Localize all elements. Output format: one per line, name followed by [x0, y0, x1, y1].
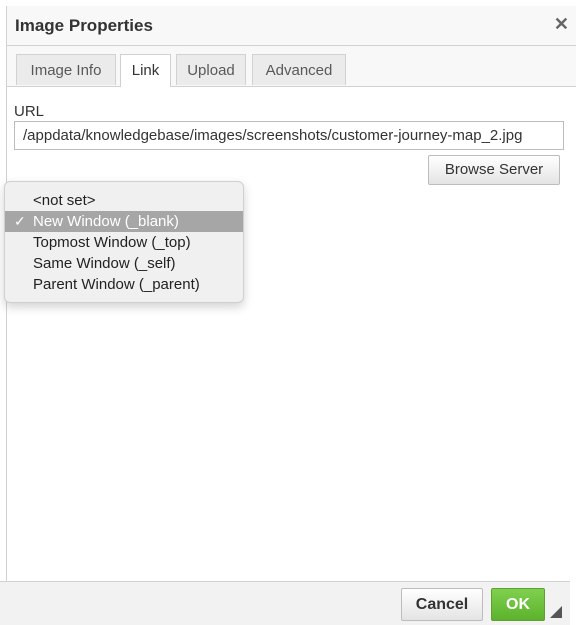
- tab-advanced[interactable]: Advanced: [252, 54, 346, 85]
- tab-image-info[interactable]: Image Info: [16, 54, 116, 85]
- dialog-titlebar[interactable]: Image Properties ✕: [7, 6, 576, 46]
- dialog-title: Image Properties: [15, 16, 153, 35]
- menu-item-topmost-window[interactable]: Topmost Window (_top): [5, 232, 243, 253]
- url-label: URL: [14, 103, 45, 120]
- resize-grip-icon[interactable]: [550, 606, 562, 618]
- image-properties-dialog: Image Properties ✕ Image Info Link Uploa…: [6, 6, 576, 624]
- checkmark-icon: ✓: [14, 213, 26, 229]
- browse-server-button[interactable]: Browse Server: [428, 155, 560, 185]
- cancel-button[interactable]: Cancel: [401, 588, 483, 621]
- ok-button[interactable]: OK: [491, 588, 545, 621]
- menu-item-label: <not set>: [33, 192, 96, 209]
- menu-item-label: Parent Window (_parent): [33, 276, 200, 293]
- menu-item-not-set[interactable]: <not set>: [5, 190, 243, 211]
- target-dropdown-menu: <not set> ✓ New Window (_blank) Topmost …: [4, 181, 244, 303]
- menu-item-label: Topmost Window (_top): [33, 234, 191, 251]
- close-icon[interactable]: ✕: [554, 14, 569, 35]
- tab-link[interactable]: Link: [120, 54, 171, 87]
- menu-item-label: Same Window (_self): [33, 255, 176, 272]
- menu-item-parent-window[interactable]: Parent Window (_parent): [5, 274, 243, 295]
- url-input[interactable]: /appdata/knowledgebase/images/screenshot…: [14, 121, 564, 150]
- tab-bar: Image Info Link Upload Advanced: [7, 46, 576, 87]
- tab-upload[interactable]: Upload: [176, 54, 246, 85]
- menu-item-label: New Window (_blank): [33, 213, 179, 230]
- menu-item-same-window[interactable]: Same Window (_self): [5, 253, 243, 274]
- menu-item-new-window[interactable]: ✓ New Window (_blank): [5, 211, 243, 232]
- dialog-footer: Cancel OK: [0, 581, 570, 625]
